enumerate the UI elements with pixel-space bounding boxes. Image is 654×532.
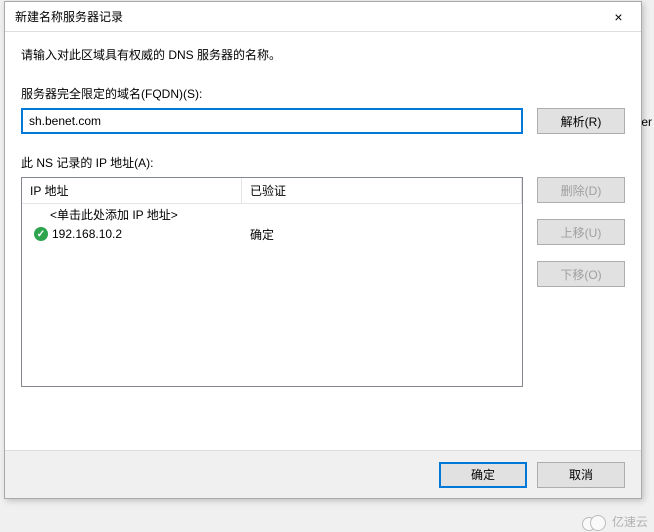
verified-value: 确定 [242, 224, 522, 245]
ip-list-label: 此 NS 记录的 IP 地址(A): [21, 154, 625, 171]
ip-table-body: <单击此处添加 IP 地址> ✓ 192.168.10.2 确定 [22, 204, 522, 244]
window-title: 新建名称服务器记录 [15, 8, 123, 25]
close-button[interactable]: × [596, 2, 641, 31]
move-up-button[interactable]: 上移(U) [537, 219, 625, 245]
move-down-button[interactable]: 下移(O) [537, 261, 625, 287]
ip-address-value: 192.168.10.2 [52, 227, 122, 241]
ok-button[interactable]: 确定 [439, 462, 527, 488]
delete-button[interactable]: 删除(D) [537, 177, 625, 203]
titlebar: 新建名称服务器记录 × [5, 2, 641, 32]
ip-section: IP 地址 已验证 <单击此处添加 IP 地址> ✓ 192.168.10.2 … [21, 177, 625, 387]
dialog-content: 请输入对此区域具有权威的 DNS 服务器的名称。 服务器完全限定的域名(FQDN… [5, 32, 641, 397]
resolve-button[interactable]: 解析(R) [537, 108, 625, 134]
col-header-ip[interactable]: IP 地址 [22, 178, 242, 203]
fqdn-row: 解析(R) [21, 108, 625, 134]
ip-table-header: IP 地址 已验证 [22, 178, 522, 204]
add-ip-placeholder-text: <单击此处添加 IP 地址> [22, 204, 242, 225]
ok-icon: ✓ [34, 227, 48, 241]
dialog-button-bar: 确定 取消 [5, 450, 641, 498]
dialog-window: 新建名称服务器记录 × 请输入对此区域具有权威的 DNS 服务器的名称。 服务器… [4, 1, 642, 499]
fqdn-label: 服务器完全限定的域名(FQDN)(S): [21, 85, 625, 102]
add-ip-placeholder-row[interactable]: <单击此处添加 IP 地址> [22, 204, 522, 224]
watermark-text: 亿速云 [612, 513, 648, 530]
close-icon: × [614, 9, 622, 25]
cloud-icon [582, 514, 608, 530]
cancel-button[interactable]: 取消 [537, 462, 625, 488]
ip-side-buttons: 删除(D) 上移(U) 下移(O) [537, 177, 625, 387]
table-row[interactable]: ✓ 192.168.10.2 确定 [22, 224, 522, 244]
instruction-text: 请输入对此区域具有权威的 DNS 服务器的名称。 [21, 46, 625, 63]
ip-table: IP 地址 已验证 <单击此处添加 IP 地址> ✓ 192.168.10.2 … [21, 177, 523, 387]
col-header-verified[interactable]: 已验证 [242, 178, 522, 203]
placeholder-verify-cell [242, 212, 522, 216]
fqdn-input[interactable] [21, 108, 523, 134]
watermark: 亿速云 [582, 513, 648, 530]
